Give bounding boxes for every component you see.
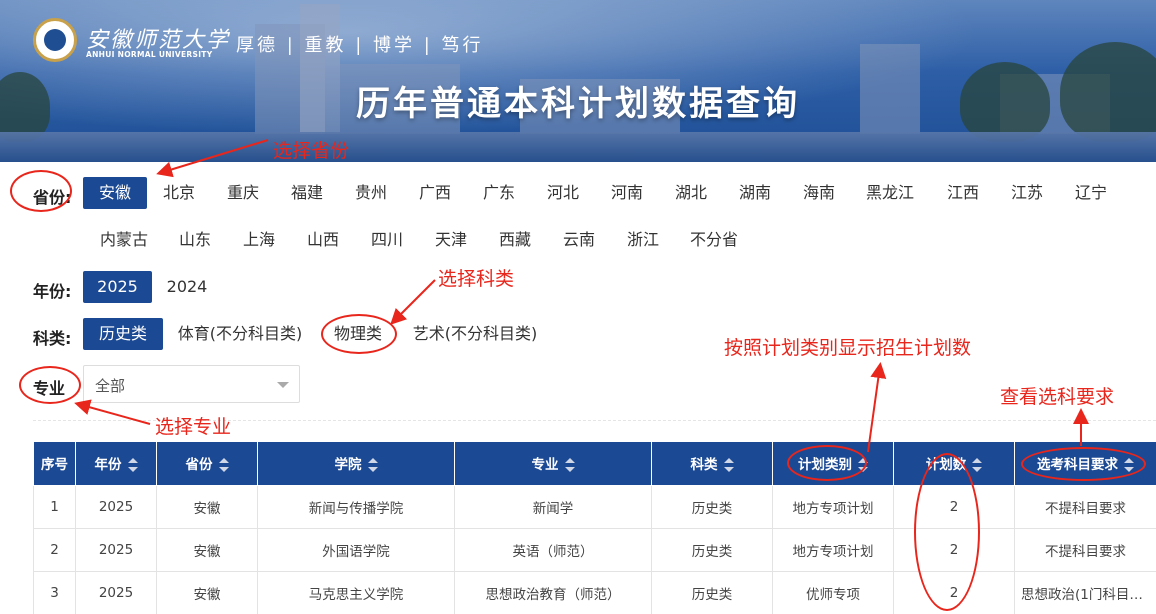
table-row: 3 2025 安徽 马克思主义学院 思想政治教育（师范） 历史类 优师专项 2 … — [33, 570, 1156, 614]
province-option[interactable]: 河北 — [536, 177, 590, 209]
cell-college: 马克思主义学院 — [257, 570, 455, 614]
cell-major: 新闻学 — [454, 484, 652, 529]
major-select[interactable]: 全部 — [83, 365, 300, 403]
province-option[interactable]: 湖北 — [664, 177, 718, 209]
year-option-2025[interactable]: 2025 — [83, 271, 152, 303]
province-option[interactable]: 西藏 — [488, 224, 542, 256]
province-option[interactable]: 河南 — [600, 177, 654, 209]
province-option[interactable]: 四川 — [360, 224, 414, 256]
sort-icon[interactable] — [723, 458, 734, 473]
sort-icon[interactable] — [972, 458, 983, 473]
province-option[interactable]: 浙江 — [616, 224, 670, 256]
annotation-circle-plan-count — [914, 453, 980, 611]
cell-category: 历史类 — [651, 484, 773, 529]
table-row: 2 2025 安徽 外国语学院 英语（师范） 历史类 地方专项计划 2 不提科目… — [33, 527, 1156, 572]
column-header-index: 序号 — [33, 442, 76, 486]
category-option-history[interactable]: 历史类 — [83, 318, 163, 350]
year-label: 年份: — [33, 282, 72, 301]
cell-subject-req: 思想政治(1门科目必选) — [1014, 570, 1156, 614]
page-title: 历年普通本科计划数据查询 — [356, 84, 800, 124]
cell-year: 2025 — [75, 527, 157, 572]
cell-year: 2025 — [75, 484, 157, 529]
school-name-en: ANHUI NORMAL UNIVERSITY — [86, 50, 213, 59]
province-option[interactable]: 上海 — [232, 224, 286, 256]
cell-year: 2025 — [75, 570, 157, 614]
sort-icon[interactable] — [367, 458, 378, 473]
province-option[interactable]: 不分省 — [682, 224, 746, 256]
province-option[interactable]: 湖南 — [728, 177, 782, 209]
chevron-down-icon — [277, 382, 289, 388]
table-row: 1 2025 安徽 新闻与传播学院 新闻学 历史类 地方专项计划 2 不提科目要… — [33, 484, 1156, 529]
annotation-circle-plan-type — [787, 445, 867, 481]
province-option[interactable]: 重庆 — [216, 177, 270, 209]
cell-plan-type: 地方专项计划 — [772, 484, 894, 529]
category-option-art[interactable]: 艺术(不分科目类) — [407, 318, 543, 350]
category-option-pe[interactable]: 体育(不分科目类) — [172, 318, 308, 350]
school-motto: 厚德 | 重教 | 博学 | 笃行 — [236, 35, 484, 56]
province-option[interactable]: 广东 — [472, 177, 526, 209]
year-option-2024[interactable]: 2024 — [160, 271, 214, 303]
major-select-value: 全部 — [95, 377, 126, 395]
province-option[interactable]: 江苏 — [1000, 177, 1054, 209]
province-option[interactable]: 山东 — [168, 224, 222, 256]
university-logo — [33, 18, 77, 62]
cell-college: 外国语学院 — [257, 527, 455, 572]
sort-icon[interactable] — [564, 458, 575, 473]
column-header-college[interactable]: 学院 — [257, 442, 455, 486]
plan-table: 序号 年份 省份 学院 专业 科类 计划类别 计划数 选考科目要求 1 2025… — [33, 442, 1156, 614]
province-option[interactable]: 海南 — [792, 177, 846, 209]
annotation-circle-subject-req — [1021, 447, 1146, 481]
annotation-select-province: 选择省份 — [273, 140, 350, 162]
annotation-circle-major — [19, 366, 81, 404]
page: 安徽师范大学 ANHUI NORMAL UNIVERSITY 厚德 | 重教 |… — [0, 0, 1156, 614]
province-option[interactable]: 内蒙古 — [92, 224, 156, 256]
cell-province: 安徽 — [156, 570, 258, 614]
province-option[interactable]: 福建 — [280, 177, 334, 209]
sort-icon[interactable] — [127, 458, 138, 473]
cell-index: 1 — [33, 484, 76, 529]
annotation-select-category: 选择科类 — [438, 268, 515, 290]
province-option[interactable]: 辽宁 — [1064, 177, 1118, 209]
cell-major: 思想政治教育（师范） — [454, 570, 652, 614]
category-label: 科类: — [33, 329, 72, 348]
province-option[interactable]: 云南 — [552, 224, 606, 256]
sort-icon[interactable] — [218, 458, 229, 473]
header-banner: 安徽师范大学 ANHUI NORMAL UNIVERSITY 厚德 | 重教 |… — [0, 0, 1156, 162]
cell-subject-req: 不提科目要求 — [1014, 527, 1156, 572]
province-option[interactable]: 江西 — [936, 177, 990, 209]
cell-province: 安徽 — [156, 527, 258, 572]
annotation-circle-physics — [321, 314, 397, 354]
cell-college: 新闻与传播学院 — [257, 484, 455, 529]
cell-major: 英语（师范） — [454, 527, 652, 572]
province-option-anhui[interactable]: 安徽 — [83, 177, 147, 209]
province-option[interactable]: 山西 — [296, 224, 350, 256]
column-header-category[interactable]: 科类 — [651, 442, 773, 486]
cell-province: 安徽 — [156, 484, 258, 529]
cell-plan-type: 地方专项计划 — [772, 527, 894, 572]
province-option[interactable]: 贵州 — [344, 177, 398, 209]
cell-plan-type: 优师专项 — [772, 570, 894, 614]
cell-subject-req: 不提科目要求 — [1014, 484, 1156, 529]
table-header-row: 序号 年份 省份 学院 专业 科类 计划类别 计划数 选考科目要求 — [33, 442, 1156, 486]
province-option[interactable]: 广西 — [408, 177, 462, 209]
province-option[interactable]: 天津 — [424, 224, 478, 256]
cell-category: 历史类 — [651, 570, 773, 614]
column-header-major[interactable]: 专业 — [454, 442, 652, 486]
column-header-province[interactable]: 省份 — [156, 442, 258, 486]
cell-index: 3 — [33, 570, 76, 614]
province-option[interactable]: 黑龙江 — [858, 177, 922, 209]
cell-category: 历史类 — [651, 527, 773, 572]
annotation-subject-req-note: 查看选科要求 — [1000, 386, 1115, 408]
annotation-plan-type-note: 按照计划类别显示招生计划数 — [724, 337, 972, 359]
cell-index: 2 — [33, 527, 76, 572]
annotation-select-major: 选择专业 — [155, 416, 232, 438]
column-header-year[interactable]: 年份 — [75, 442, 157, 486]
annotation-circle-province — [10, 170, 72, 212]
province-option[interactable]: 北京 — [152, 177, 206, 209]
